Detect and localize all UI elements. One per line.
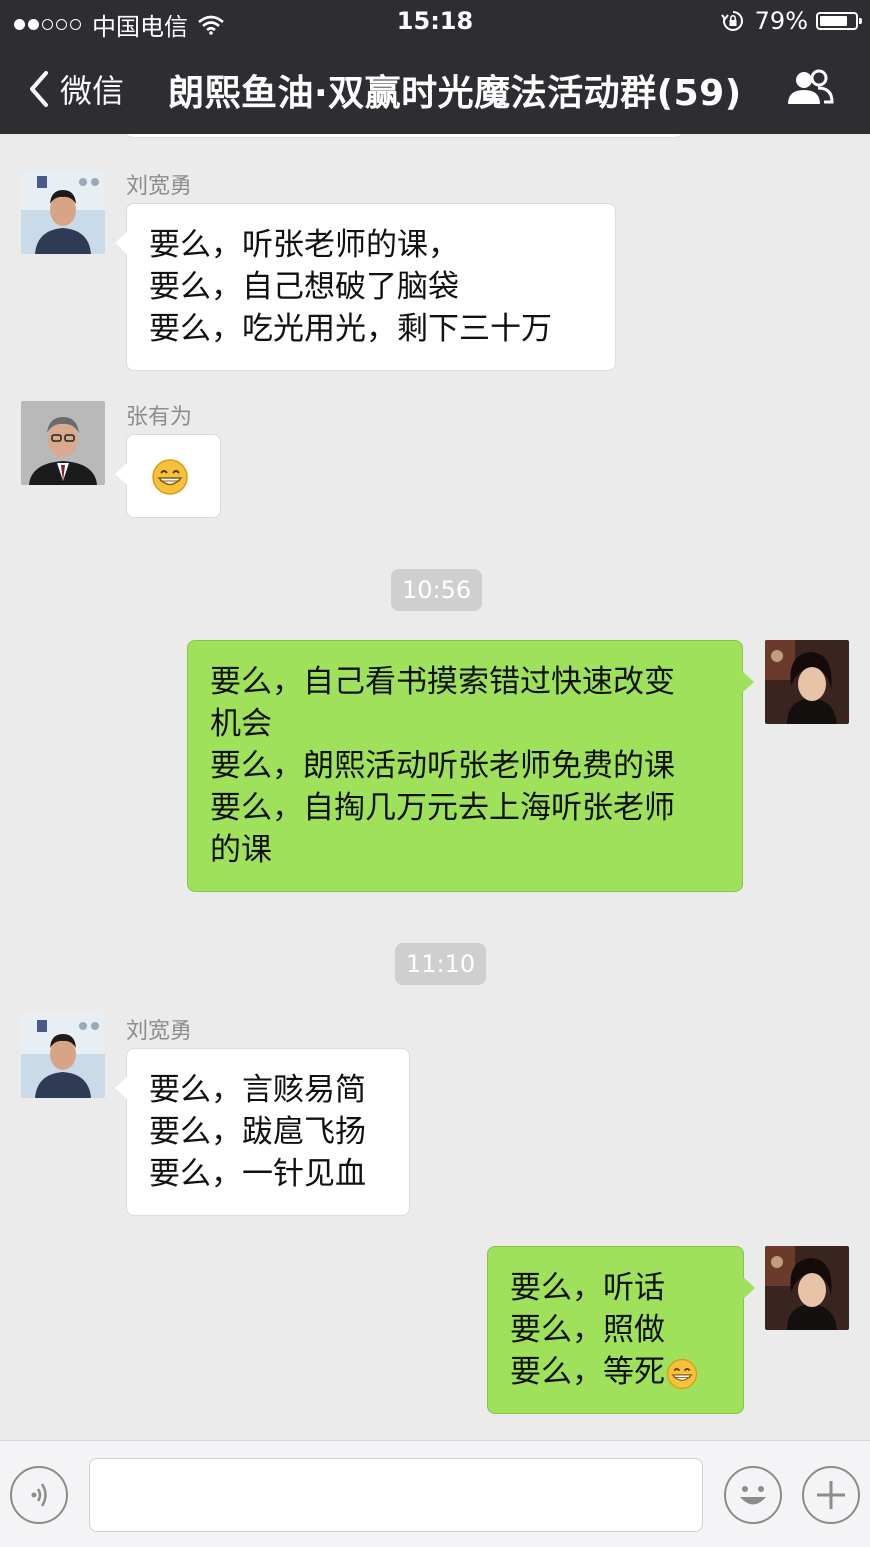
message-line: 的课 (210, 832, 272, 868)
avatar[interactable] (21, 170, 105, 254)
timestamp-badge: 10:56 (391, 569, 483, 611)
nav-bar: 微信 朗熙鱼油·双赢时光魔法活动群(59) (0, 44, 870, 134)
voice-icon (31, 1483, 47, 1507)
battery-percent: 79% (754, 7, 808, 35)
message-line: 要么，一针见血 (149, 1156, 366, 1192)
back-button[interactable]: 微信 (28, 66, 124, 112)
sender-name: 张有为 (126, 405, 193, 430)
grin-emoji-icon (666, 1358, 698, 1389)
message-line: 机会 (210, 706, 272, 742)
battery-icon (816, 12, 862, 30)
my-avatar[interactable] (765, 640, 849, 724)
plus-icon (817, 1481, 845, 1509)
emoji-button[interactable] (724, 1466, 782, 1524)
top-bar: 中国电信 15:18 79% 微信 朗熙鱼油·双赢时光魔法活动群(59) (0, 0, 870, 134)
previous-message-bubble (126, 134, 682, 138)
message-bubble[interactable]: 要么，自己看书摸索错过快速改变 机会 要么，朗熙活动听张老师免费的课 要么，自掏… (187, 640, 754, 892)
message-bubble[interactable] (115, 434, 221, 518)
message-line: 要么，自掏几万元去上海听张老师 (210, 790, 675, 826)
chevron-left-icon (30, 71, 48, 107)
grin-emoji-icon (152, 459, 188, 495)
message-line: 要么，跋扈飞扬 (149, 1114, 366, 1150)
message-input[interactable] (89, 1458, 703, 1532)
message-line: 要么，听张老师的课， (149, 227, 459, 263)
rotation-lock-icon (720, 11, 743, 31)
input-bar (0, 1440, 870, 1547)
message-bubble[interactable]: 要么，听张老师的课， 要么，自己想破了脑袋 要么，吃光用光，剩下三十万 (115, 203, 616, 371)
back-label: 微信 (60, 72, 125, 110)
avatar[interactable] (21, 401, 105, 485)
voice-button[interactable] (10, 1466, 68, 1524)
message-line: 要么，自己看书摸索错过快速改变 (210, 664, 675, 700)
sender-name: 刘宽勇 (126, 174, 193, 199)
message-line: 要么，照做 (510, 1312, 665, 1348)
status-right: 79% (720, 7, 862, 35)
message-line: 要么，言赅易简 (149, 1072, 366, 1108)
emoji-face-icon (740, 1486, 766, 1505)
more-button[interactable] (802, 1466, 860, 1524)
sender-name: 刘宽勇 (126, 1019, 193, 1044)
message-line: 要么，自己想破了脑袋 (149, 269, 459, 305)
my-avatar[interactable] (765, 1246, 849, 1330)
message-line: 要么，朗熙活动听张老师免费的课 (210, 748, 675, 784)
chat-area[interactable]: 刘宽勇 要么，听张老师的课， 要么，自己想破了脑袋 要么，吃光用光，剩下三十万 … (0, 134, 870, 1440)
avatar[interactable] (21, 1014, 105, 1098)
message-line: 要么，听话 (510, 1270, 665, 1306)
timestamp-badge: 11:10 (395, 943, 487, 985)
status-bar: 中国电信 15:18 79% (0, 0, 870, 44)
message-bubble[interactable]: 要么，言赅易简 要么，跋扈飞扬 要么，一针见血 (115, 1048, 410, 1216)
message-line: 要么，等死 (510, 1351, 721, 1393)
message-line: 要么，吃光用光，剩下三十万 (149, 311, 552, 347)
message-bubble[interactable]: 要么，听话 要么，照做 要么，等死 (487, 1246, 755, 1414)
group-info-icon[interactable] (786, 68, 834, 108)
chat-title: 朗熙鱼油·双赢时光魔法活动群(59) (168, 73, 742, 114)
